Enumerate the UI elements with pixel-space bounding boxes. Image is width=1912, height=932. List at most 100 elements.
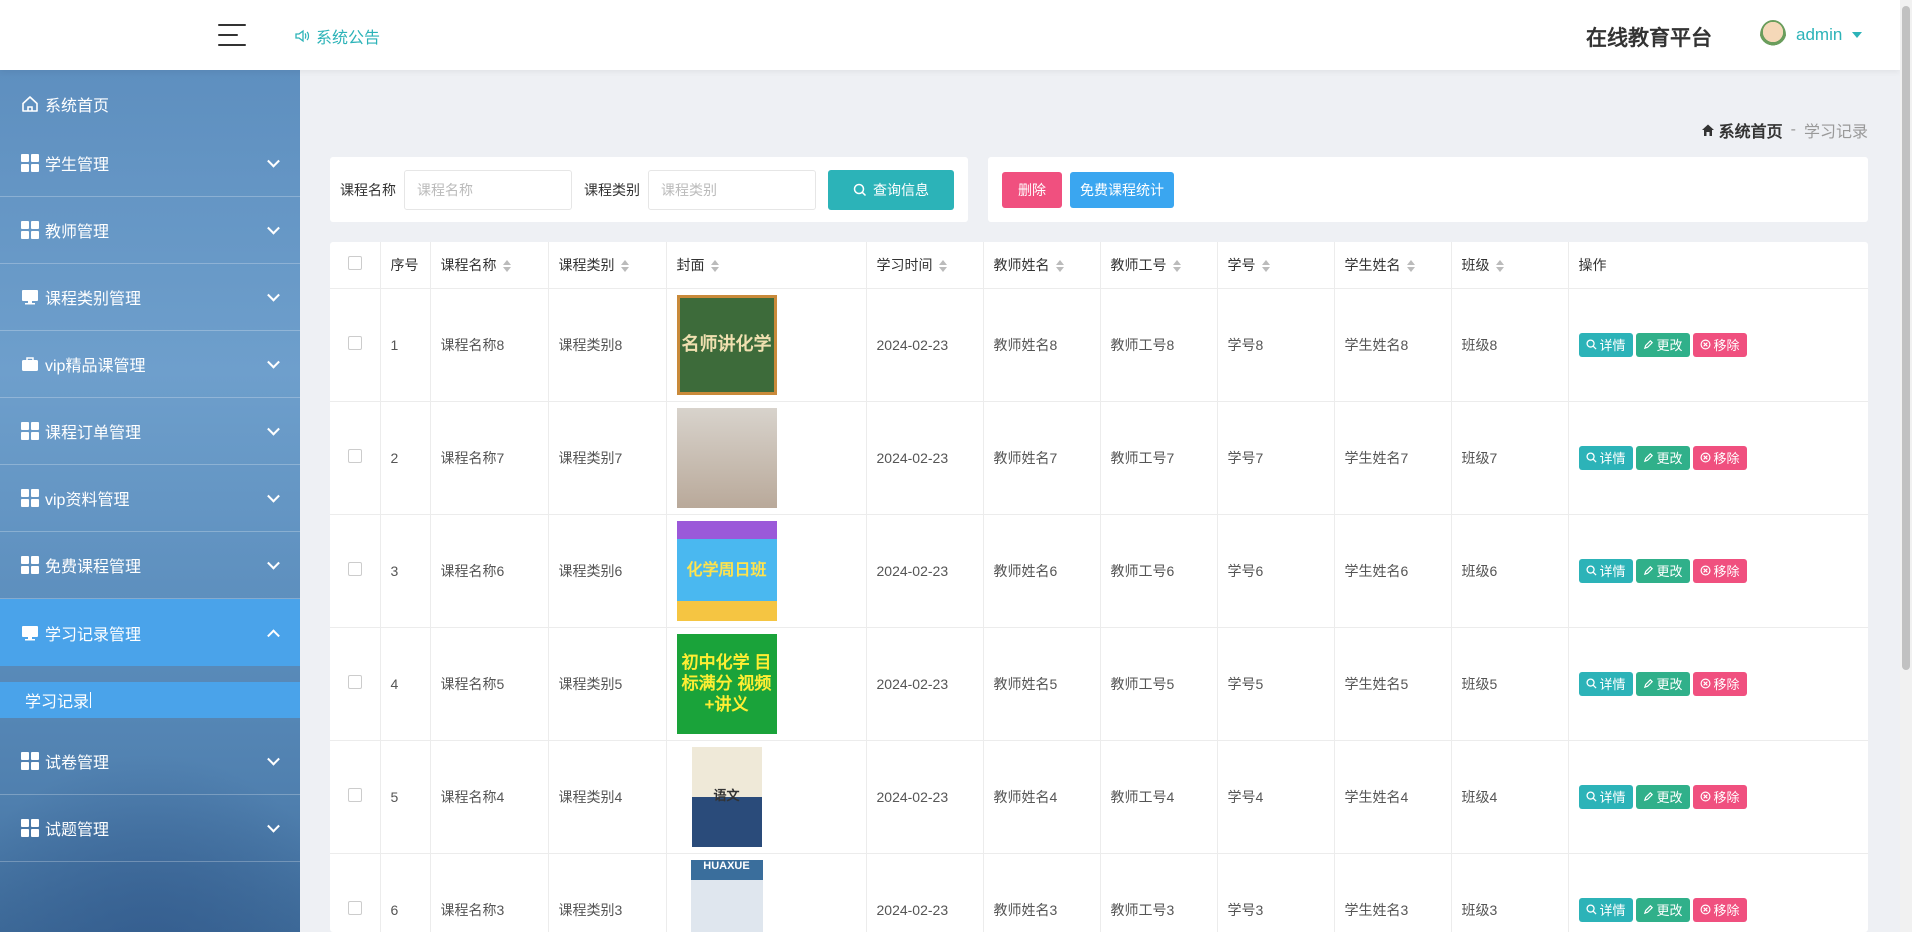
edit-button[interactable]: 更改 (1635, 445, 1690, 470)
edit-button[interactable]: 更改 (1635, 784, 1690, 809)
monitor-icon (20, 623, 40, 643)
cover-image[interactable]: 化学周日班 (676, 520, 777, 621)
chevron-down-icon (267, 221, 280, 235)
sort-icon[interactable] (1055, 260, 1064, 273)
sidebar-item-7[interactable]: 学习记录管理 (0, 599, 300, 666)
select-all-checkbox[interactable] (347, 256, 362, 271)
cell-no: 6 (380, 853, 431, 932)
sidebar-item-4[interactable]: 课程订单管理 (0, 398, 300, 465)
free-course-stats-button[interactable]: 免费课程统计 (1070, 171, 1174, 208)
remove-button[interactable]: 移除 (1692, 897, 1747, 922)
cell-teacher-name: 教师姓名6 (983, 514, 1101, 628)
table-row: 4 课程名称5 课程类别5 初中化学 目标满分 视频+讲义 2024-02-23 教师姓名… (330, 627, 1868, 741)
search-button-label: 查询信息 (873, 181, 929, 198)
detail-button[interactable]: 详情 (1578, 445, 1633, 470)
remove-button[interactable]: 移除 (1692, 784, 1747, 809)
chevron-down-icon (267, 422, 280, 436)
remove-button[interactable]: 移除 (1692, 332, 1747, 357)
row-checkbox[interactable] (347, 675, 362, 689)
delete-button[interactable]: 删除 (1002, 171, 1062, 208)
cell-teacher-name: 教师姓名8 (983, 288, 1101, 402)
cover-image[interactable]: 初中化学 目标满分 视频+讲义 (676, 633, 777, 734)
cover-image[interactable] (676, 407, 777, 508)
page-scrollbar[interactable] (1900, 0, 1912, 932)
column-header-label: 操作 (1578, 256, 1607, 273)
sort-icon[interactable] (938, 260, 947, 273)
table-header-row: 序号 课程名称 课程类别 封面 学习时间 教师姓名 教师工号 学号 学生姓名 班级 操作 (330, 242, 1868, 289)
column-header-5[interactable]: 教师姓名 (983, 242, 1101, 289)
menu-toggle-icon[interactable] (218, 24, 246, 46)
row-select-cell (330, 627, 381, 741)
column-header-4[interactable]: 学习时间 (866, 242, 984, 289)
sidebar-item-6[interactable]: 免费课程管理 (0, 532, 300, 599)
column-header-1[interactable]: 课程名称 (430, 242, 549, 289)
sidebar-item-1[interactable]: 教师管理 (0, 197, 300, 264)
sidebar-item-9[interactable]: 试题管理 (0, 795, 300, 862)
row-checkbox[interactable] (347, 449, 362, 463)
sidebar-item-label: 试卷管理 (45, 755, 110, 772)
column-header-label: 封面 (676, 256, 705, 273)
detail-button[interactable]: 详情 (1578, 332, 1633, 357)
sidebar-item-label: vip精品课管理 (45, 358, 146, 375)
cell-teacher-no: 教师工号7 (1100, 401, 1218, 515)
chevron-down-icon (267, 489, 280, 503)
remove-button[interactable]: 移除 (1692, 671, 1747, 696)
sidebar-item-home[interactable]: 系统首页 (0, 78, 300, 130)
column-header-3[interactable]: 封面 (666, 242, 867, 289)
edit-button[interactable]: 更改 (1635, 558, 1690, 583)
search-icon (1585, 678, 1597, 689)
search-panel: 课程名称 课程类别 查询信息 (330, 157, 968, 222)
breadcrumb-home[interactable]: 系统首页 (1701, 118, 1783, 142)
sidebar-item-0[interactable]: 学生管理 (0, 130, 300, 197)
column-header-2[interactable]: 课程类别 (548, 242, 667, 289)
scrollbar-thumb[interactable] (1902, 6, 1910, 670)
cover-text: 名师讲化学 (681, 334, 772, 355)
detail-button[interactable]: 详情 (1578, 897, 1633, 922)
sort-icon[interactable] (1172, 260, 1181, 273)
column-header-8[interactable]: 学生姓名 (1334, 242, 1452, 289)
column-header-label: 教师姓名 (993, 256, 1050, 273)
course-name-input[interactable] (404, 169, 572, 210)
sidebar-item-label: 学习记录管理 (45, 626, 142, 644)
remove-label: 移除 (1713, 451, 1740, 466)
row-checkbox[interactable] (347, 336, 362, 350)
sidebar-item-5[interactable]: vip资料管理 (0, 465, 300, 532)
cell-course-name: 课程名称7 (430, 401, 549, 515)
column-header-7[interactable]: 学号 (1217, 242, 1335, 289)
search-button[interactable]: 查询信息 (828, 169, 954, 210)
cell-teacher-no: 教师工号6 (1100, 514, 1218, 628)
sidebar-item-3[interactable]: vip精品课管理 (0, 331, 300, 398)
row-checkbox[interactable] (347, 901, 362, 915)
cell-student-no: 学号5 (1217, 627, 1335, 741)
sort-icon[interactable] (1495, 260, 1504, 273)
column-header-6[interactable]: 教师工号 (1100, 242, 1218, 289)
column-header-9[interactable]: 班级 (1451, 242, 1569, 289)
sidebar-item-2[interactable]: 课程类别管理 (0, 264, 300, 331)
speaker-icon (295, 29, 310, 43)
sidebar-subitem-study-record[interactable]: 学习记录 (0, 682, 300, 718)
sort-icon[interactable] (710, 260, 719, 273)
edit-button[interactable]: 更改 (1635, 897, 1690, 922)
sort-icon[interactable] (502, 260, 511, 273)
cell-course-name: 课程名称4 (430, 740, 549, 854)
remove-button[interactable]: 移除 (1692, 558, 1747, 583)
system-notice-link[interactable]: 系统公告 (294, 24, 380, 48)
sort-icon[interactable] (1261, 260, 1270, 273)
edit-button[interactable]: 更改 (1635, 671, 1690, 696)
user-menu[interactable]: admin (1760, 20, 1863, 50)
cover-image[interactable]: HUAXUE (690, 859, 763, 932)
detail-button[interactable]: 详情 (1578, 558, 1633, 583)
course-type-input[interactable] (648, 169, 816, 210)
detail-button[interactable]: 详情 (1578, 671, 1633, 696)
detail-button[interactable]: 详情 (1578, 784, 1633, 809)
cover-image[interactable]: 名师讲化学 (676, 294, 777, 395)
remove-button[interactable]: 移除 (1692, 445, 1747, 470)
sort-icon[interactable] (620, 260, 629, 273)
cell-teacher-no: 教师工号3 (1100, 853, 1218, 932)
sort-icon[interactable] (1406, 260, 1415, 273)
sidebar-item-8[interactable]: 试卷管理 (0, 728, 300, 795)
cover-image[interactable]: 语文 (691, 746, 762, 847)
row-checkbox[interactable] (347, 562, 362, 576)
row-checkbox[interactable] (347, 788, 362, 802)
edit-button[interactable]: 更改 (1635, 332, 1690, 357)
